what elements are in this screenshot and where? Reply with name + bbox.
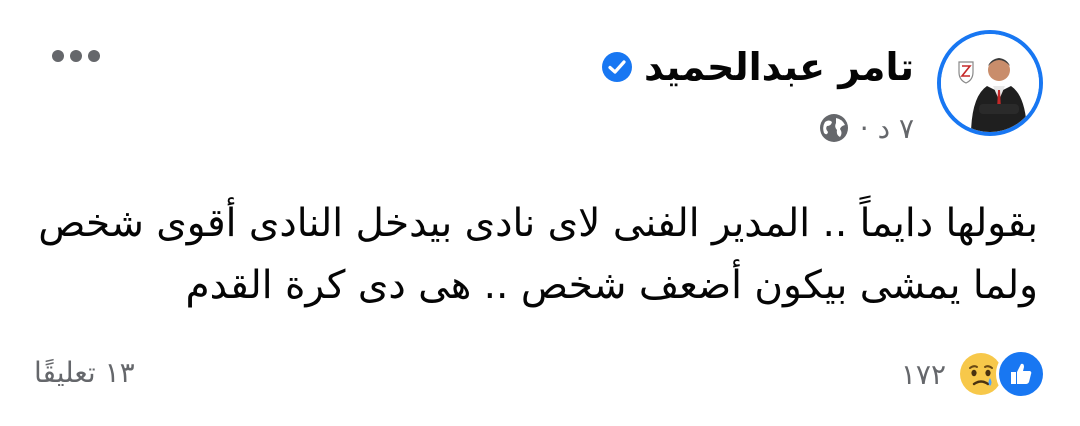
post-text-line: بقولها دايماً .. المدير الفنى لاى نادى ب… bbox=[38, 201, 1038, 246]
reactions-summary[interactable]: ١٧٢ bbox=[901, 348, 1046, 400]
post-text-line: ولما يمشى بيكون أضعف شخص .. هى دى كرة ال… bbox=[185, 263, 1038, 308]
author-avatar[interactable] bbox=[937, 30, 1043, 136]
avatar-image bbox=[941, 34, 1039, 132]
more-options-button[interactable] bbox=[46, 38, 106, 74]
post-card: تامر عبدالحميد ٧ د · بقولها دايماً .. ال… bbox=[0, 0, 1080, 426]
more-options-dot bbox=[88, 50, 100, 62]
author-name[interactable]: تامر عبدالحميد bbox=[644, 48, 914, 86]
more-options-dot bbox=[70, 50, 82, 62]
more-options-dot bbox=[52, 50, 64, 62]
verified-badge-icon bbox=[600, 50, 634, 84]
comments-count-link[interactable]: ١٣ تعليقًا bbox=[34, 356, 135, 389]
post-timestamp[interactable]: ٧ د · bbox=[860, 112, 914, 145]
like-icon bbox=[996, 349, 1046, 399]
globe-icon[interactable] bbox=[818, 112, 850, 144]
post-text: بقولها دايماً .. المدير الفنى لاى نادى ب… bbox=[38, 193, 1038, 317]
author-row: تامر عبدالحميد bbox=[600, 38, 914, 96]
post-meta: ٧ د · bbox=[818, 108, 914, 148]
reaction-count: ١٧٢ bbox=[900, 357, 946, 391]
